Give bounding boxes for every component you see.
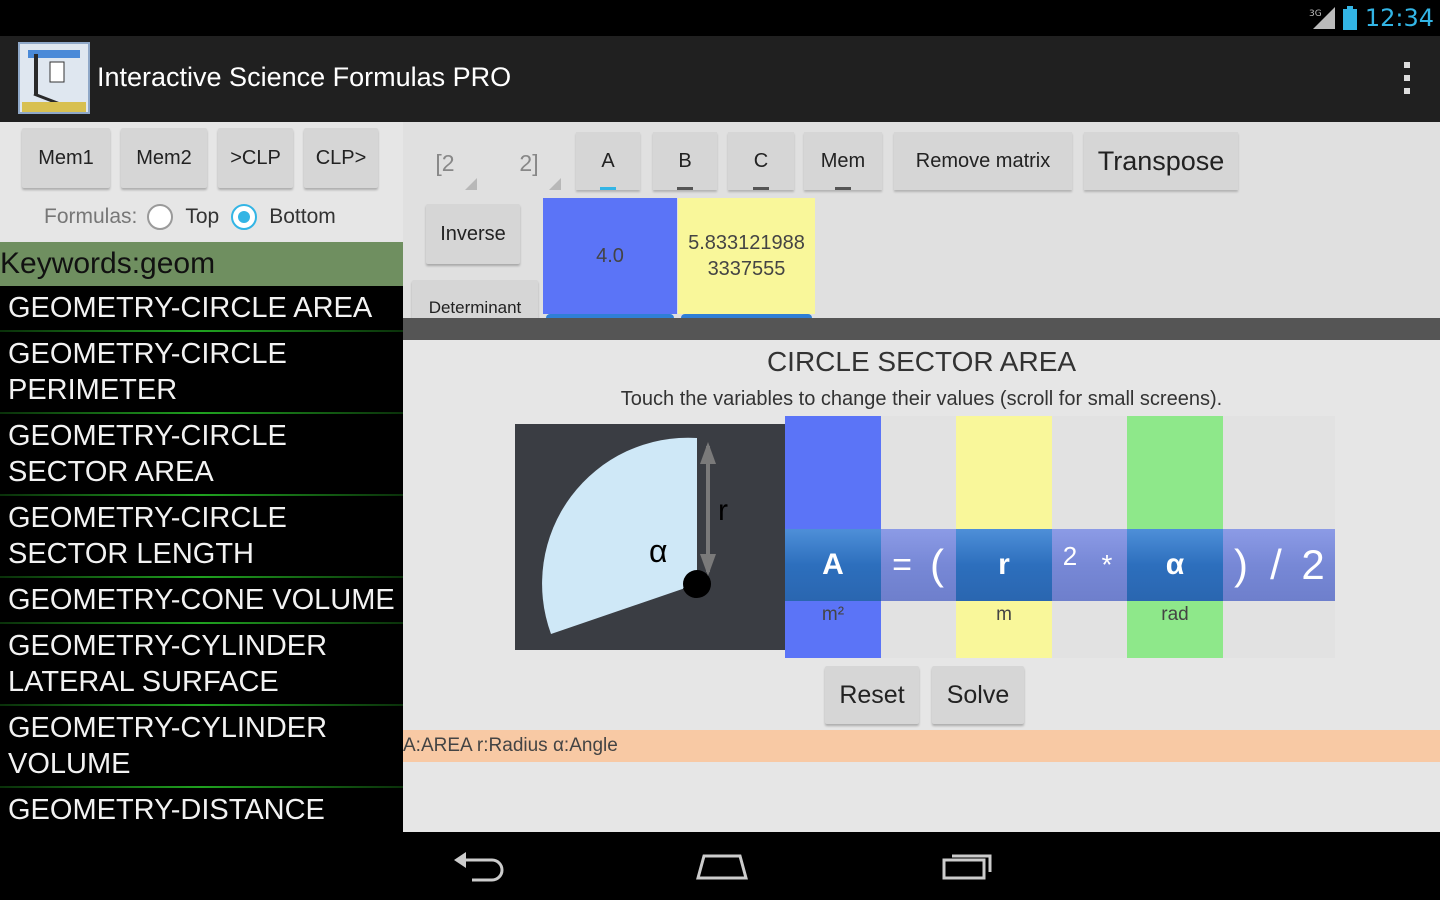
matrix-cols-spinner[interactable]: 2] <box>493 132 565 194</box>
memory-buttons: Mem1 Mem2 >CLP CLP> <box>22 128 378 188</box>
svg-text:3G: 3G <box>1309 9 1322 19</box>
list-item[interactable]: GEOMETRY-CIRCLE SECTOR AREA <box>0 414 403 496</box>
variable-alpha-button[interactable]: α <box>1127 529 1223 601</box>
top-radio-label[interactable]: Top <box>185 205 219 229</box>
battery-icon <box>1342 6 1357 30</box>
tab-indicator <box>835 187 851 190</box>
equals-sign: = <box>892 545 912 584</box>
formula-title: CIRCLE SECTOR AREA <box>766 346 1077 377</box>
unit-alpha: rad <box>1161 604 1189 625</box>
matrix-tab-mem[interactable]: Mem <box>804 132 882 190</box>
signal-icon: 3G <box>1309 7 1335 29</box>
reset-button[interactable]: Reset <box>825 666 919 724</box>
unit-a: m² <box>821 604 845 625</box>
list-item[interactable]: GEOMETRY-CYLINDER VOLUME <box>0 706 403 788</box>
formula-hint: Touch the variables to change their valu… <box>620 388 1223 410</box>
sector-diagram: r α <box>515 424 785 650</box>
open-paren: ( <box>930 541 944 588</box>
app-root: 3G 12:34 Interactive Science Formulas PR… <box>0 0 1440 900</box>
close-paren: ) <box>1234 541 1248 588</box>
matrix-tab-c[interactable]: C <box>728 132 794 190</box>
app-logo-icon[interactable] <box>18 42 90 114</box>
home-icon[interactable] <box>694 850 750 882</box>
matrix-cell[interactable]: 4.0 <box>543 198 677 320</box>
formula-equation: A = ( r 2 * α ) / 2 m² m rad <box>785 416 1335 658</box>
matrix-tab-b[interactable]: B <box>653 132 717 190</box>
workspace: [2 2] A B C Mem Remove matrix Transpose … <box>403 122 1440 832</box>
list-item[interactable]: GEOMETRY-CYLINDER LATERAL SURFACE <box>0 624 403 706</box>
overflow-menu-icon[interactable] <box>1402 60 1412 96</box>
recent-apps-icon[interactable] <box>940 850 996 882</box>
matrix-tab-a-label: A <box>601 149 615 172</box>
formula-browser: Mem1 Mem2 >CLP CLP> Formulas: Top Bottom… <box>0 122 403 832</box>
bottom-radio[interactable] <box>231 204 258 230</box>
clock: 12:34 <box>1364 4 1434 32</box>
matrix-tab-b-label: B <box>678 149 692 172</box>
exponent: 2 <box>1062 541 1078 571</box>
unit-r: m <box>996 604 1012 625</box>
app-title: Interactive Science Formulas PRO <box>97 62 512 92</box>
matrix-cell-value: 4.0 <box>596 245 624 267</box>
determinant-button[interactable]: Determinant <box>412 280 538 320</box>
matrix-panel: [2 2] A B C Mem Remove matrix Transpose … <box>403 122 1440 320</box>
mem2-button[interactable]: Mem2 <box>121 128 207 188</box>
radius-label: r <box>718 494 728 527</box>
list-item[interactable]: GEOMETRY-CONE VOLUME <box>0 578 403 624</box>
keywords-filter[interactable]: Keywords:geom <box>0 242 403 286</box>
inverse-button[interactable]: Inverse <box>426 204 520 264</box>
formulas-label: Formulas: <box>44 205 138 228</box>
divisor: 2 <box>1301 541 1325 588</box>
matrix-rows-spinner[interactable]: [2 <box>409 132 481 194</box>
memory-toolbar: Mem1 Mem2 >CLP CLP> Formulas: Top Bottom <box>0 122 403 242</box>
matrix-cell-value: 5.8331219883337555 <box>688 232 805 280</box>
matrix-cell[interactable]: 5.8331219883337555 <box>678 198 815 320</box>
top-radio[interactable] <box>147 204 174 230</box>
variable-r-button[interactable]: r <box>956 529 1052 601</box>
from-clipboard-button[interactable]: CLP> <box>304 128 378 188</box>
formula-list: GEOMETRY-CIRCLE AREA GEOMETRY-CIRCLE PER… <box>0 286 403 832</box>
divide-sign: / <box>1270 541 1282 588</box>
navigation-bar <box>0 832 1440 900</box>
tab-indicator <box>600 187 616 190</box>
to-clipboard-button[interactable]: >CLP <box>218 128 293 188</box>
variable-legend: A:AREA r:Radius α:Angle <box>403 730 1440 762</box>
matrix-tab-c-label: C <box>753 149 769 172</box>
list-item[interactable]: GEOMETRY-DISTANCE BETWEEN 2 POINTS <box>0 788 403 832</box>
back-icon[interactable] <box>452 850 506 882</box>
mem1-button[interactable]: Mem1 <box>22 128 110 188</box>
action-bar: Interactive Science Formulas PRO <box>0 36 1440 122</box>
status-bar: 3G 12:34 <box>0 0 1440 36</box>
matrix-tab-mem-label: Mem <box>820 149 866 172</box>
solve-button[interactable]: Solve <box>932 666 1024 724</box>
variable-a-button[interactable]: A <box>785 529 881 601</box>
multiply-sign: * <box>1101 549 1113 580</box>
angle-label: α <box>649 533 668 569</box>
list-item[interactable]: GEOMETRY-CIRCLE PERIMETER <box>0 332 403 414</box>
status-icons: 3G 12:34 <box>1309 4 1434 32</box>
formulas-position-group: Formulas: Top Bottom <box>44 204 348 230</box>
panel-divider[interactable] <box>403 318 1440 340</box>
list-item[interactable]: GEOMETRY-CIRCLE SECTOR LENGTH <box>0 496 403 578</box>
tab-indicator <box>753 187 769 190</box>
remove-matrix-button[interactable]: Remove matrix <box>894 132 1072 190</box>
list-item[interactable]: GEOMETRY-CIRCLE AREA <box>0 286 403 332</box>
transpose-button[interactable]: Transpose <box>1084 132 1238 190</box>
matrix-tab-a[interactable]: A <box>576 132 640 190</box>
bottom-radio-label[interactable]: Bottom <box>269 205 336 229</box>
tab-indicator <box>677 187 693 190</box>
